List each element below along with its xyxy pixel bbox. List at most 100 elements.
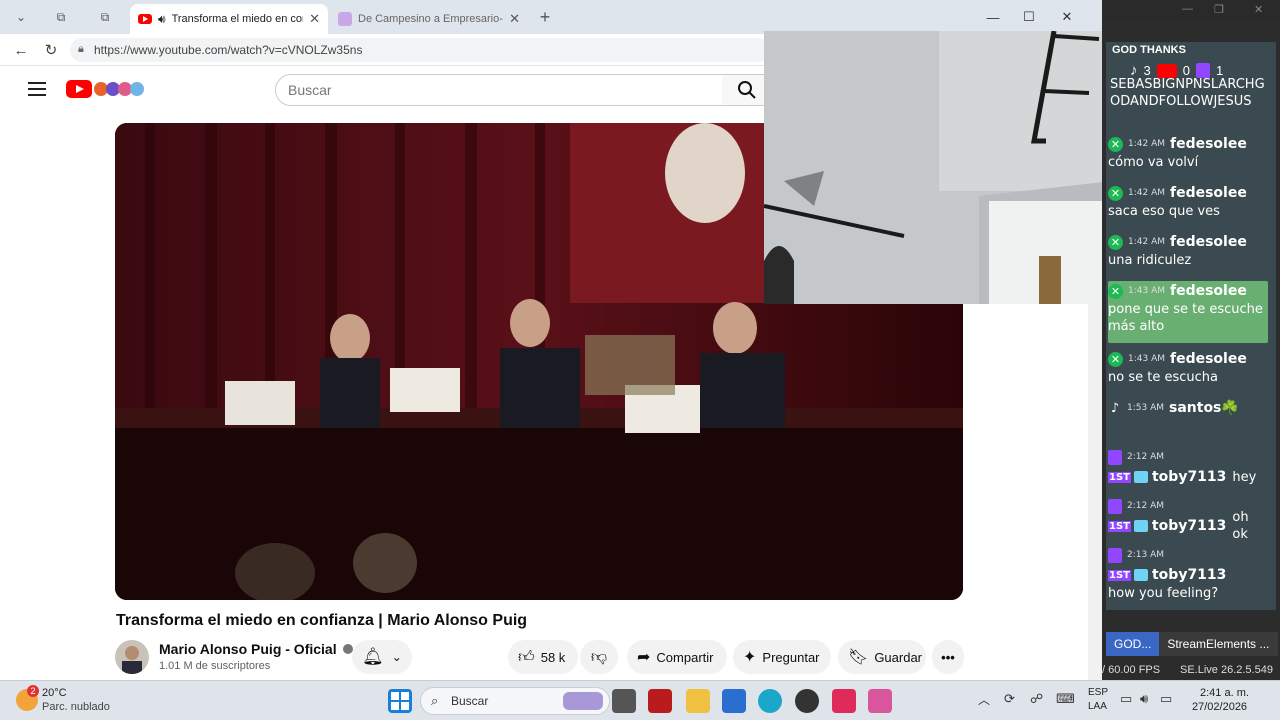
search-highlight-icon (563, 692, 603, 710)
notifications-button[interactable]: 🔔︎ ⌄ (352, 640, 412, 674)
minimize-icon[interactable]: — (1182, 3, 1193, 15)
menu-icon[interactable] (28, 82, 46, 96)
subscriber-badge: 1ST (1108, 520, 1131, 532)
workspaces-icon[interactable]: ⧉ (48, 6, 74, 28)
maximize-button[interactable]: ☐ (1012, 6, 1046, 28)
message-user: toby7113 (1151, 469, 1227, 485)
file-explorer-icon[interactable] (686, 689, 710, 713)
edge-browser-icon[interactable] (758, 689, 782, 713)
message-user: fedesolee (1170, 351, 1247, 367)
platform-badge-icon: ✕ (1108, 351, 1123, 367)
clock-time[interactable]: 2:41 a. m. (1200, 687, 1249, 699)
close-icon[interactable]: ✕ (1254, 3, 1263, 16)
message-time: 1:53 AM (1127, 403, 1164, 413)
volume-icon[interactable]: 🔊︎ (1140, 691, 1148, 707)
save-button[interactable]: 🔖︎ Guardar (838, 640, 926, 674)
channel-name-row[interactable]: Mario Alonso Puig - Oficial (159, 641, 353, 657)
message-time: 1:43 AM (1128, 354, 1165, 364)
back-arrow-icon[interactable]: ← (10, 40, 32, 60)
chat-message: 2:13 AM 1ST toby7113 how you feeling? (1108, 545, 1268, 602)
windows-logo-icon (391, 692, 409, 710)
tab-campesino[interactable]: De Campesino a Empresario- cóm ✕ (330, 4, 528, 34)
platform-badge-icon: ✕ (1108, 234, 1123, 250)
pinned-message: SEBASBIGNPNSLARCHGODANDFOLLOWJESUS (1110, 77, 1265, 109)
close-tab-icon[interactable]: ✕ (509, 11, 520, 27)
message-user: fedesolee (1170, 136, 1247, 152)
store-icon[interactable] (722, 689, 746, 713)
url-field[interactable]: 🔒︎ https://www.youtube.com/watch?v=cVNOL… (70, 38, 770, 62)
message-time: 1:42 AM (1128, 188, 1165, 198)
task-view-icon[interactable] (612, 689, 636, 713)
viewer-counts: ♪ 3 0 1 (1130, 62, 1223, 79)
site-favicon-icon (338, 12, 352, 26)
shield-app-icon[interactable] (648, 689, 672, 713)
vertical-tabs-icon[interactable]: ⧉ (92, 6, 118, 28)
tab-list-button[interactable]: ⌄ (8, 6, 34, 28)
dislike-button[interactable]: 👎︎ (580, 640, 618, 674)
chat-message: ✕ 1:42 AM fedesolee saca eso que ves (1108, 183, 1268, 220)
keyboard-icon[interactable]: ⌨ (1056, 691, 1075, 707)
network-icon[interactable]: ☍ (1030, 691, 1043, 707)
message-text: saca eso que ves (1108, 204, 1220, 219)
message-meta: ✕ 1:42 AM fedesolee (1108, 183, 1268, 203)
header-label: GOD THANKS (1112, 44, 1186, 56)
share-button[interactable]: ➦ Compartir (627, 640, 727, 674)
search-placeholder: Buscar (288, 82, 332, 98)
close-window-button[interactable]: ✕ (1050, 6, 1084, 28)
refresh-icon[interactable]: ↻ (40, 40, 62, 60)
sync-icon[interactable]: ⟳ (1004, 691, 1015, 707)
sub-tier-icon (1133, 520, 1148, 532)
close-tab-icon[interactable]: ✕ (309, 11, 320, 27)
subscriber-count: 1.01 M de suscriptores (159, 660, 271, 672)
twitch-badge-icon (1108, 547, 1122, 563)
tab-youtube[interactable]: 🔊︎ Transforma el miedo en confianza ✕ (130, 4, 328, 34)
dock-tab-streamelements[interactable]: StreamElements ... (1159, 632, 1278, 656)
message-time: 2:13 AM (1127, 550, 1164, 560)
language-top[interactable]: ESP (1088, 687, 1108, 698)
new-tab-button[interactable]: + (532, 6, 558, 28)
message-time: 2:12 AM (1127, 452, 1164, 462)
search-icon: ⌕ (431, 693, 439, 708)
speaker-icon[interactable]: 🔊︎ (158, 12, 166, 27)
platform-badge-icon: ✕ (1108, 185, 1123, 201)
twitch-count: 1 (1215, 63, 1224, 78)
message-time: 1:43 AM (1128, 286, 1165, 296)
display-icon[interactable]: ▭ (1120, 691, 1132, 707)
share-label: Compartir (656, 649, 714, 665)
like-count: 58 k (540, 649, 566, 665)
chat-message: ✕ 1:42 AM fedesolee una ridiculez (1108, 232, 1268, 269)
restore-icon[interactable]: ❐ (1214, 3, 1224, 16)
tab-bar: ⌄ ⧉ ⧉ 🔊︎ Transforma el miedo en confianz… (0, 0, 1102, 34)
obs-icon[interactable] (795, 689, 819, 713)
youtube-icon (1156, 63, 1177, 78)
chat-message: ♪ 1:53 AM santos☘️ (1108, 398, 1268, 418)
message-meta: ✕ 1:43 AM fedesolee (1108, 281, 1268, 301)
dock-tab-god[interactable]: GOD... (1106, 632, 1160, 656)
minimize-button[interactable]: — (976, 6, 1010, 28)
tiktok-count: 3 (1143, 63, 1151, 78)
taskbar-search-label: Buscar (451, 694, 489, 708)
like-button[interactable]: 👍︎ 58 k (508, 640, 578, 674)
more-options-button[interactable]: ••• (932, 640, 964, 674)
tiktok-badge-icon: ♪ (1110, 400, 1120, 416)
message-user-line: 1ST toby7113 (1108, 565, 1268, 585)
sparkle-icon: ✦ (743, 649, 757, 666)
youtube-logo[interactable] (66, 80, 144, 98)
search-input[interactable]: Buscar (275, 74, 723, 106)
battery-icon[interactable]: ▭ (1160, 691, 1172, 707)
message-text: hey (1232, 469, 1257, 485)
chat-app-icon[interactable] (868, 689, 892, 713)
channel-avatar[interactable] (115, 640, 149, 674)
weather-temp[interactable]: 20°C (42, 687, 67, 699)
youtube-count: 0 (1182, 63, 1190, 78)
sub-tier-icon (1133, 569, 1148, 581)
taskbar-search[interactable]: ⌕ Buscar (420, 687, 610, 715)
ask-button[interactable]: ✦ Preguntar (733, 640, 831, 674)
sub-tier-icon (1133, 471, 1148, 483)
windows-start-icon[interactable] (388, 689, 412, 713)
message-user-line: 1ST toby7113 hey (1108, 467, 1268, 487)
message-text: how you feeling? (1108, 586, 1219, 601)
chevron-up-icon[interactable]: ︿ (978, 691, 990, 708)
tiktok-app-icon[interactable] (832, 689, 856, 713)
subscriber-badge: 1ST (1108, 471, 1131, 483)
